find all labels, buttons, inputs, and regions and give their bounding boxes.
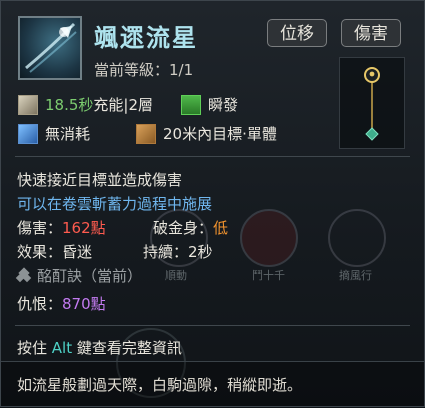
- damage-label: 傷害：: [17, 219, 63, 237]
- divider-2: [15, 325, 410, 326]
- level-label: 當前等級：: [94, 61, 170, 79]
- armor-break-label: 破金身：: [153, 219, 214, 237]
- cast-row: 瞬發: [181, 94, 238, 115]
- flavor-footer: 如流星般劃過天際，白駒過隙，稍縱即逝。: [1, 361, 424, 406]
- duration-row: 持續：2秒: [143, 241, 213, 262]
- damage-value: 162點: [62, 219, 106, 237]
- flavor-text: 如流星般劃過天際，白駒過隙，稍縱即逝。: [17, 376, 303, 394]
- formula-row: 酩酊訣（當前）: [15, 265, 143, 286]
- level-value: 1/1: [169, 61, 194, 79]
- bg-label-2: 鬥十千: [252, 269, 285, 282]
- cost-text: 無消耗: [45, 125, 91, 143]
- duration-value: 2秒: [188, 243, 213, 261]
- hint-prefix: 按住: [17, 339, 52, 357]
- skill-tooltip: 順動 鬥十千 摘風行 颯遝流星 位移 傷害 當前等級：1/1 18.5秒 充能|2…: [0, 0, 425, 407]
- desc-line-2: 可以在卷雲斬蓄力過程中施展: [17, 195, 213, 213]
- range-row: 20米內目標·單體: [136, 123, 277, 144]
- desc-line-1: 快速接近目標並造成傷害: [17, 171, 183, 189]
- skill-icon: [18, 16, 82, 80]
- charge-time: 18.5秒: [45, 96, 94, 114]
- effect-value: 昏迷: [62, 243, 93, 261]
- range-text: 20米內目標·單體: [163, 125, 277, 143]
- divider-1: [15, 156, 410, 157]
- bg-label-3: 摘風行: [339, 269, 372, 282]
- blue-cost-icon: [18, 123, 38, 144]
- cost-row: 無消耗: [18, 123, 90, 144]
- effect-label: 效果：: [17, 243, 63, 261]
- skill-name: 颯遝流星: [94, 24, 198, 52]
- hatred-row: 仇恨：870點: [17, 293, 106, 314]
- tag-movement: 位移: [267, 19, 327, 47]
- effect-row: 效果：昏迷: [17, 241, 92, 262]
- duration-label: 持續：: [143, 243, 189, 261]
- hatred-label: 仇恨：: [17, 295, 63, 313]
- damage-row: 傷害：162點: [17, 217, 106, 238]
- range-shield-icon: [136, 123, 156, 144]
- armor-break-row: 破金身：低: [153, 217, 228, 238]
- cast-type: 瞬發: [208, 96, 239, 114]
- bg-skill-circle-3: [328, 209, 386, 267]
- charge-suffix: 充能|2層: [93, 96, 154, 114]
- charge-row: 18.5秒 充能|2層: [18, 94, 153, 115]
- alt-key: Alt: [51, 339, 73, 357]
- hint-suffix: 鍵查看完整資訊: [72, 339, 182, 357]
- bg-skill-circle-2: [240, 209, 298, 267]
- diamond-icon: [15, 266, 32, 283]
- hatred-value: 870點: [62, 295, 106, 313]
- tag-damage: 傷害: [341, 19, 401, 47]
- skill-track-panel: [339, 57, 405, 149]
- bg-label-1: 順動: [165, 269, 187, 282]
- green-charge-icon: [181, 94, 201, 115]
- skill-level: 當前等級：1/1: [94, 59, 193, 80]
- alt-hint: 按住 Alt 鍵查看完整資訊: [17, 337, 182, 358]
- armor-break-value: 低: [213, 219, 229, 237]
- formula-label: 酩酊訣（當前）: [37, 267, 143, 285]
- clock-icon: [18, 94, 38, 115]
